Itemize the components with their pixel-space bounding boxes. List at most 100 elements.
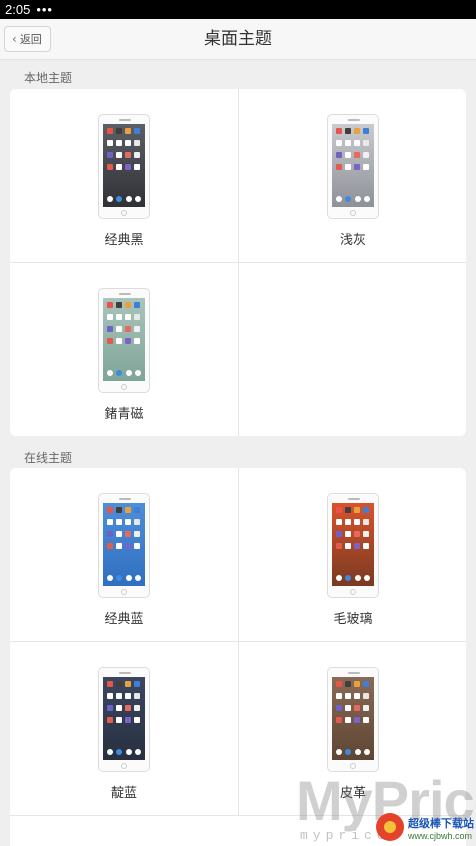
app-icon xyxy=(116,507,122,513)
app-icon xyxy=(345,705,351,711)
app-icon xyxy=(107,717,113,723)
dock-icon xyxy=(125,370,132,376)
app-icon xyxy=(354,152,360,158)
home-button xyxy=(121,210,127,216)
theme-preview-phone xyxy=(98,493,150,598)
app-icon xyxy=(336,152,342,158)
back-button-label: 返回 xyxy=(19,33,42,46)
app-icon xyxy=(363,717,369,723)
app-icon xyxy=(354,543,360,549)
app-icon xyxy=(134,531,140,537)
app-icon xyxy=(336,717,342,723)
dock-icon xyxy=(336,749,342,755)
app-icon xyxy=(125,326,131,332)
theme-preview-phone xyxy=(327,114,379,219)
dock-icon xyxy=(116,196,123,202)
app-icon xyxy=(336,543,342,549)
theme-item[interactable]: 经典黑 xyxy=(10,89,238,263)
app-icon xyxy=(107,693,113,699)
theme-name: 毛玻璃 xyxy=(333,612,373,627)
app-icon xyxy=(134,338,140,344)
dock-icon xyxy=(116,370,123,376)
app-icon xyxy=(107,140,113,146)
theme-item[interactable]: 皮革 xyxy=(238,642,466,816)
app-icon xyxy=(107,507,113,513)
app-icon xyxy=(116,140,122,146)
app-icon xyxy=(336,681,342,687)
app-icon xyxy=(116,519,122,525)
app-icon xyxy=(125,152,131,158)
app-icon xyxy=(354,717,360,723)
app-icon xyxy=(336,507,342,513)
app-icon xyxy=(125,140,131,146)
dock-icon xyxy=(345,575,352,581)
theme-name: 浅灰 xyxy=(339,233,366,248)
page-title: 桌面主题 xyxy=(204,29,272,49)
app-icon xyxy=(125,507,131,513)
home-button xyxy=(121,763,127,769)
app-icon xyxy=(116,302,122,308)
app-icon xyxy=(125,302,131,308)
dock-icon xyxy=(363,575,370,581)
dock-icon xyxy=(354,575,361,581)
speaker xyxy=(119,119,131,121)
app-icon xyxy=(134,717,140,723)
home-button xyxy=(350,763,356,769)
theme-preview-screen xyxy=(103,503,145,586)
app-icon xyxy=(354,519,360,525)
app-icon xyxy=(354,128,360,134)
app-icon xyxy=(125,681,131,687)
app-icon xyxy=(125,314,131,320)
status-time: 2:05 xyxy=(5,2,31,17)
app-icon xyxy=(116,152,122,158)
theme-preview-screen xyxy=(103,124,145,207)
app-icon xyxy=(107,128,113,134)
app-icon xyxy=(345,128,351,134)
theme-preview-phone xyxy=(98,667,150,772)
app-icon xyxy=(107,326,113,332)
theme-item[interactable]: 浅灰 xyxy=(238,89,466,263)
speaker xyxy=(119,498,131,500)
speaker xyxy=(348,119,360,121)
app-icon xyxy=(363,531,369,537)
app-icon xyxy=(107,314,113,320)
theme-item[interactable]: 鍺青磁 xyxy=(10,263,238,436)
dock-icon xyxy=(134,196,141,202)
app-icon xyxy=(125,128,131,134)
app-icon xyxy=(125,531,131,537)
app-icon xyxy=(336,531,342,537)
app-icon xyxy=(116,314,122,320)
dock-icon xyxy=(345,749,352,755)
dock-icon xyxy=(363,196,370,202)
app-icon xyxy=(134,164,140,170)
local-themes-card: 经典黑 浅灰 鍺青磁 xyxy=(10,89,466,436)
app-icon xyxy=(107,705,113,711)
theme-preview-phone xyxy=(98,114,150,219)
home-button xyxy=(350,589,356,595)
app-icon xyxy=(363,543,369,549)
title-bar: 桌面主题 ‹ 返回 xyxy=(0,19,476,60)
theme-preview-screen xyxy=(332,503,374,586)
dock-icon xyxy=(107,575,113,581)
site-name: 超级棒下载站 xyxy=(408,817,474,830)
theme-item[interactable]: 经典蓝 xyxy=(10,468,238,642)
app-icon xyxy=(345,681,351,687)
app-icon xyxy=(107,681,113,687)
app-icon xyxy=(363,128,369,134)
app-icon xyxy=(363,693,369,699)
back-button[interactable]: ‹ 返回 xyxy=(4,26,51,52)
dock-icon xyxy=(354,749,361,755)
dock-icon xyxy=(107,370,113,376)
theme-name: 经典黑 xyxy=(104,233,144,248)
app-icon xyxy=(107,152,113,158)
theme-item[interactable]: 毛玻璃 xyxy=(238,468,466,642)
app-icon xyxy=(116,543,122,549)
theme-item[interactable]: 靛蓝 xyxy=(10,642,238,816)
app-icon xyxy=(345,140,351,146)
theme-preview-screen xyxy=(103,677,145,760)
app-icon xyxy=(345,531,351,537)
app-icon xyxy=(134,314,140,320)
dock-icon xyxy=(107,749,113,755)
app-icon xyxy=(345,693,351,699)
app-icon xyxy=(125,717,131,723)
